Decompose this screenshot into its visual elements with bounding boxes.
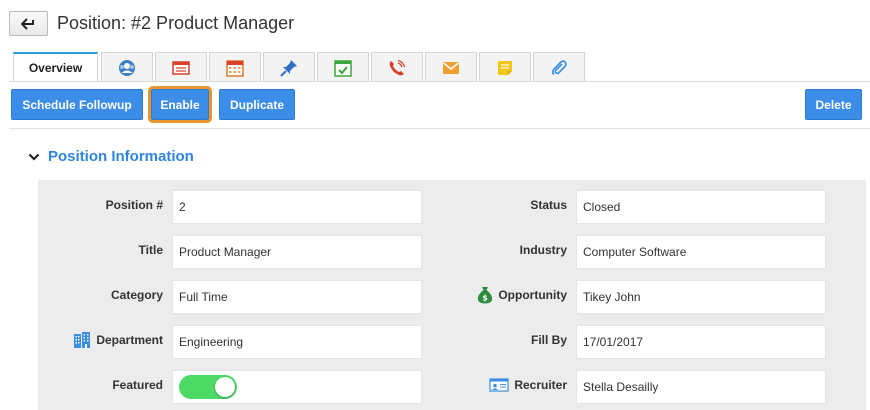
pin-icon	[280, 59, 297, 77]
section-header-position-information[interactable]: Position Information	[28, 148, 194, 165]
tab-attachments[interactable]	[533, 52, 585, 82]
tab-pin[interactable]	[263, 52, 315, 82]
toolbar-divider	[9, 128, 870, 129]
page-title: Position: #2 Product Manager	[57, 13, 295, 33]
recruiter-label-text: Recruiter	[514, 378, 567, 392]
opportunity-label-text: Opportunity	[498, 288, 567, 302]
fill-by-label: Fill By	[440, 333, 567, 347]
phone-call-icon	[389, 59, 406, 75]
tabs-divider	[9, 81, 870, 82]
featured-label-text: Featured	[112, 378, 163, 392]
title-label-text: Title	[138, 243, 163, 257]
opportunity-label: $ Opportunity	[440, 285, 567, 305]
industry-label-text: Industry	[519, 243, 567, 257]
recruiter-field[interactable]: Stella Desailly	[576, 370, 826, 404]
tab-tasks[interactable]	[317, 52, 369, 82]
industry-label: Industry	[440, 243, 567, 257]
record-tabs: Overview	[13, 52, 587, 82]
title-label: Title	[60, 243, 163, 257]
email-icon	[443, 61, 459, 74]
status-label-text: Status	[530, 198, 567, 212]
position-number-label: Position #	[60, 198, 163, 212]
tab-overview[interactable]: Overview	[13, 52, 98, 82]
recruiter-label: Recruiter	[440, 375, 567, 395]
task-check-icon	[334, 59, 352, 77]
page-header: Position: #2 Product Manager	[0, 0, 870, 48]
tab-contacts[interactable]	[101, 52, 153, 82]
duplicate-button[interactable]: Duplicate	[219, 89, 295, 120]
back-arrow-icon	[20, 17, 34, 30]
fill-by-field[interactable]: 17/01/2017	[576, 325, 826, 359]
tab-email[interactable]	[425, 52, 477, 82]
id-card-icon	[489, 378, 509, 392]
status-field[interactable]: Closed	[576, 190, 826, 224]
calendar-icon	[226, 59, 244, 77]
tab-sticky-notes[interactable]	[479, 52, 531, 82]
paperclip-icon	[551, 59, 567, 75]
enable-button[interactable]: Enable	[148, 86, 212, 123]
back-button[interactable]	[9, 11, 48, 36]
category-label-text: Category	[110, 288, 163, 302]
toggle-knob	[215, 377, 235, 397]
category-field[interactable]: Full Time	[172, 280, 422, 314]
svg-text:$: $	[483, 294, 489, 303]
featured-label: Featured	[60, 378, 163, 392]
building-icon	[74, 332, 91, 348]
notes-list-icon	[172, 60, 190, 75]
department-label-text: Department	[96, 333, 163, 347]
industry-field[interactable]: Computer Software	[576, 235, 826, 269]
money-bag-icon: $	[478, 287, 493, 304]
sticky-note-icon	[498, 60, 512, 75]
position-number-label-text: Position #	[105, 198, 163, 212]
department-field[interactable]: Engineering	[172, 325, 422, 359]
chevron-down-icon	[28, 153, 40, 161]
position-number-field[interactable]: 2	[172, 190, 422, 224]
contacts-icon	[119, 59, 135, 76]
schedule-followup-button[interactable]: Schedule Followup	[11, 89, 143, 120]
department-label: Department	[60, 330, 163, 350]
category-label: Category	[60, 288, 163, 302]
status-label: Status	[440, 198, 567, 212]
opportunity-field[interactable]: Tikey John	[576, 280, 826, 314]
delete-button[interactable]: Delete	[805, 89, 862, 120]
tab-calls[interactable]	[371, 52, 423, 82]
section-title: Position Information	[48, 148, 194, 165]
title-field[interactable]: Product Manager	[172, 235, 422, 269]
tab-calendar[interactable]	[209, 52, 261, 82]
fill-by-label-text: Fill By	[530, 333, 567, 347]
featured-toggle[interactable]	[179, 375, 237, 399]
tab-notes[interactable]	[155, 52, 207, 82]
